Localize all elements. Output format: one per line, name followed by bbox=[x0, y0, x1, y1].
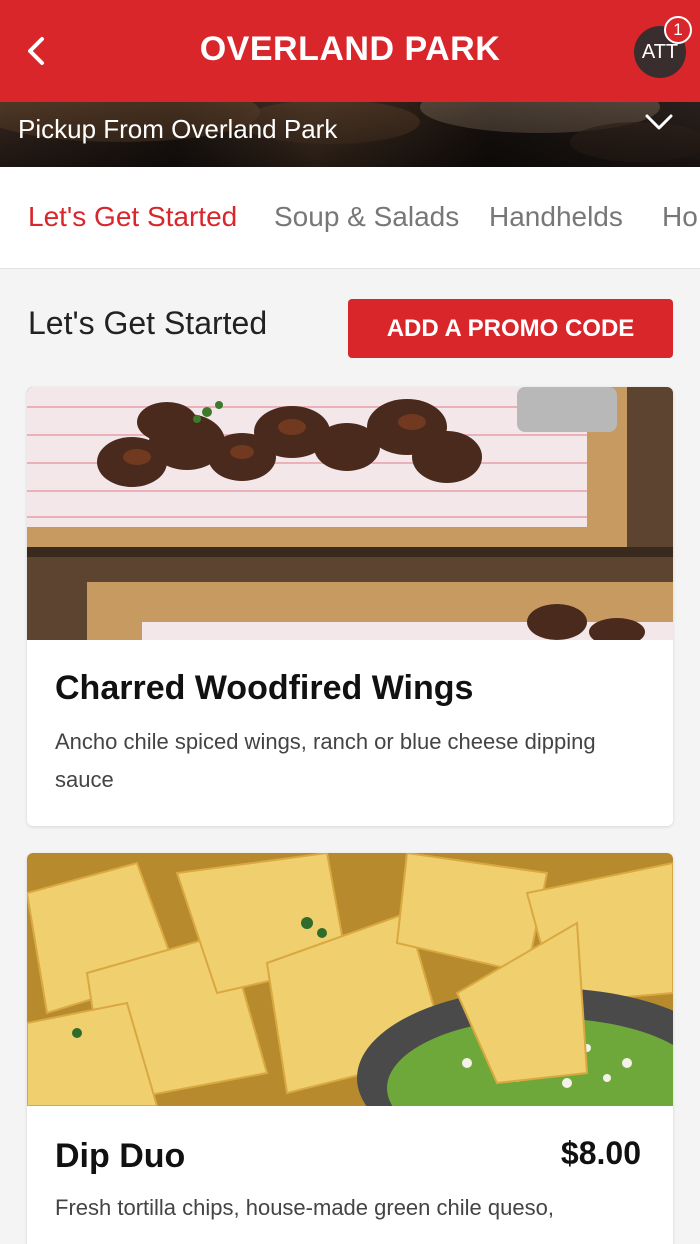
menu-item-name: Charred Woodfired Wings bbox=[55, 669, 474, 707]
add-promo-code-button[interactable]: ADD A PROMO CODE bbox=[348, 299, 673, 358]
top-app-bar: OVERLAND PARK ATT 1 bbox=[0, 0, 700, 102]
category-tab-bar: Let's Get Started Soup & Salads Handheld… bbox=[0, 167, 700, 269]
menu-item-image-dip-duo bbox=[27, 853, 673, 1106]
section-title: Let's Get Started bbox=[28, 305, 268, 341]
menu-item-card[interactable]: Dip Duo $8.00 Fresh tortilla chips, hous… bbox=[27, 853, 673, 1244]
pickup-location-label: Pickup From Overland Park bbox=[18, 114, 338, 144]
page-title: OVERLAND PARK bbox=[199, 30, 501, 68]
menu-item-image-wings bbox=[27, 387, 673, 640]
menu-item-name: Dip Duo bbox=[55, 1137, 186, 1175]
tab-lets-get-started[interactable]: Let's Get Started bbox=[28, 201, 237, 233]
chevron-down-icon bbox=[645, 114, 673, 130]
menu-item-price: $8.00 bbox=[560, 1135, 641, 1171]
tab-soup-salads[interactable]: Soup & Salads bbox=[274, 201, 459, 233]
menu-item-description: Fresh tortilla chips, house-made green c… bbox=[55, 1195, 554, 1220]
tab-partial[interactable]: Ho bbox=[662, 201, 698, 233]
notification-badge: 1 bbox=[664, 16, 692, 44]
pickup-location-selector[interactable]: Pickup From Overland Park bbox=[0, 102, 700, 167]
menu-item-description: Ancho chile spiced wings, ranch or blue … bbox=[55, 729, 596, 792]
menu-item-card[interactable]: Charred Woodfired Wings Ancho chile spic… bbox=[27, 387, 673, 826]
tab-handhelds[interactable]: Handhelds bbox=[489, 201, 623, 233]
